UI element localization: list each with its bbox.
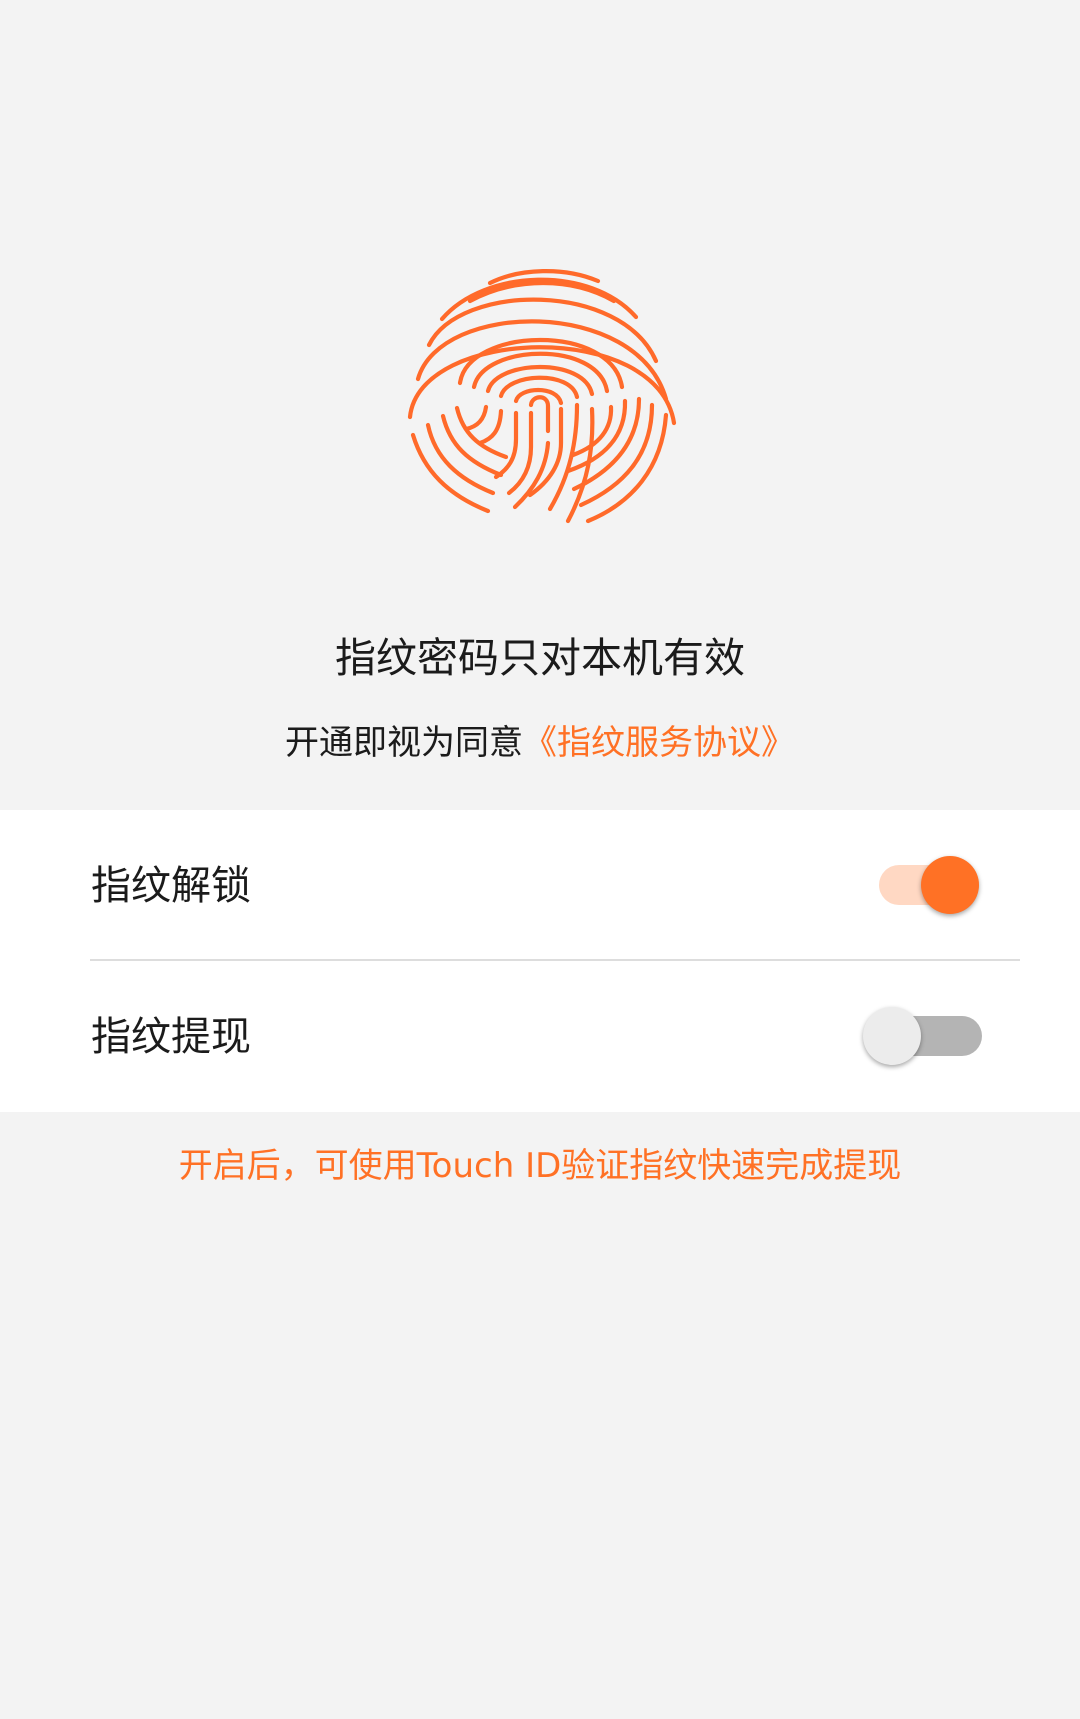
fingerprint-icon bbox=[400, 263, 680, 528]
settings-card: 指纹解锁 指纹提现 bbox=[0, 810, 1080, 1112]
setting-row-withdraw: 指纹提现 bbox=[0, 961, 1080, 1112]
agreement-line: 开通即视为同意《指纹服务协议》 bbox=[0, 718, 1080, 768]
fingerprint-withdraw-toggle[interactable] bbox=[863, 1007, 982, 1065]
fingerprint-notice: 指纹密码只对本机有效 bbox=[335, 634, 745, 682]
setting-label-withdraw: 指纹提现 bbox=[91, 1014, 251, 1060]
toggle-knob bbox=[921, 856, 979, 914]
withdraw-hint: 开启后，可使用Touch ID验证指纹快速完成提现 bbox=[178, 1146, 902, 1186]
fingerprint-graphic bbox=[407, 269, 677, 524]
setting-label-unlock: 指纹解锁 bbox=[91, 863, 251, 909]
agreement-prefix: 开通即视为同意 bbox=[285, 723, 523, 763]
toggle-knob bbox=[863, 1007, 921, 1065]
fingerprint-agreement-link[interactable]: 《指纹服务协议》 bbox=[523, 723, 795, 763]
fingerprint-unlock-toggle[interactable] bbox=[879, 856, 979, 914]
setting-row-unlock: 指纹解锁 bbox=[0, 810, 1080, 961]
